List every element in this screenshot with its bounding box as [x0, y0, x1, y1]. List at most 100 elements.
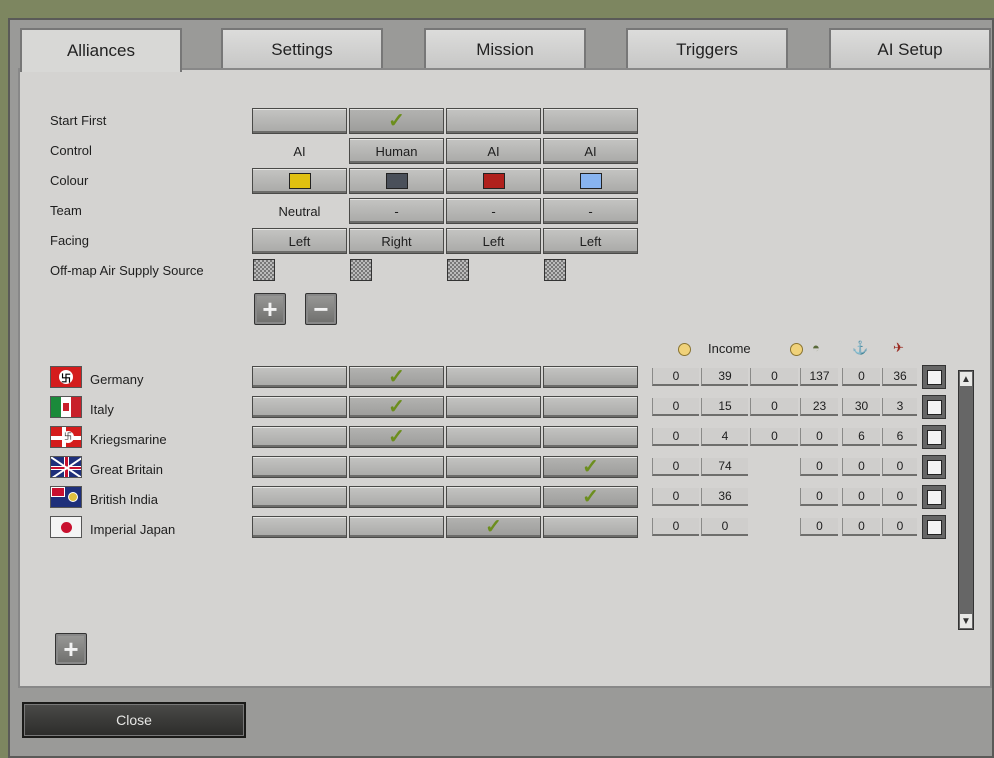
air-supply-checkbox[interactable] [447, 259, 469, 281]
nation-side-cell[interactable] [543, 396, 638, 418]
nation-value-field[interactable]: 0 [652, 428, 699, 446]
nation-value-field[interactable]: 0 [842, 488, 880, 506]
nation-side-cell[interactable] [349, 486, 444, 508]
close-button[interactable]: Close [22, 702, 246, 738]
nation-row-checkbox[interactable] [922, 365, 946, 389]
nation-side-cell[interactable]: ✓ [349, 366, 444, 388]
nation-row-checkbox[interactable] [922, 395, 946, 419]
start-first-cell[interactable] [543, 108, 638, 134]
nation-side-cell[interactable]: ✓ [446, 516, 541, 538]
checkmark-icon: ✓ [388, 366, 405, 388]
control-select[interactable]: Human [349, 138, 444, 164]
nation-value-field[interactable]: 0 [882, 488, 917, 506]
tab-triggers[interactable]: Triggers [626, 28, 788, 70]
nation-side-cell[interactable] [349, 456, 444, 478]
nation-value-field[interactable]: 74 [701, 458, 748, 476]
nation-side-cell[interactable] [252, 516, 347, 538]
nation-value-field[interactable]: 3 [882, 398, 917, 416]
add-side-button[interactable]: + [254, 293, 286, 325]
tab-mission[interactable]: Mission [424, 28, 586, 70]
facing-select[interactable]: Left [446, 228, 541, 254]
nation-side-cell[interactable]: ✓ [349, 426, 444, 448]
tab-settings[interactable]: Settings [221, 28, 383, 70]
nation-list-scrollbar[interactable]: ▲ ▼ [958, 370, 974, 630]
team-select[interactable]: - [543, 198, 638, 224]
nation-side-cell[interactable] [349, 516, 444, 538]
facing-select[interactable]: Left [543, 228, 638, 254]
nation-value-field[interactable]: 30 [842, 398, 880, 416]
nation-row-checkbox[interactable] [922, 485, 946, 509]
facing-select[interactable]: Left [252, 228, 347, 254]
nation-value-field[interactable]: 36 [882, 368, 917, 386]
control-select[interactable]: AI [543, 138, 638, 164]
nation-value-field[interactable]: 0 [652, 488, 699, 506]
nation-side-cell[interactable] [446, 366, 541, 388]
nation-side-cell[interactable] [543, 426, 638, 448]
nation-value-field[interactable]: 0 [842, 518, 880, 536]
nation-side-cell[interactable] [446, 486, 541, 508]
nation-side-cell[interactable] [252, 486, 347, 508]
nation-side-cell[interactable] [446, 456, 541, 478]
tab-ai-setup[interactable]: AI Setup [829, 28, 991, 70]
nation-side-cell[interactable] [543, 516, 638, 538]
nation-value-field[interactable]: 0 [750, 368, 798, 386]
colour-picker[interactable] [543, 168, 638, 194]
nation-value-field[interactable]: 0 [750, 428, 798, 446]
nation-value-field[interactable]: 15 [701, 398, 748, 416]
nation-value-field[interactable]: 0 [652, 398, 699, 416]
air-supply-checkbox[interactable] [544, 259, 566, 281]
nation-side-cell[interactable] [252, 456, 347, 478]
nation-value-field[interactable]: 36 [701, 488, 748, 506]
nation-value-field[interactable]: 0 [800, 518, 838, 536]
air-supply-checkbox[interactable] [350, 259, 372, 281]
nation-side-cell[interactable] [446, 396, 541, 418]
nation-row-checkbox[interactable] [922, 425, 946, 449]
start-first-cell[interactable] [252, 108, 347, 134]
nation-value-field[interactable]: 137 [800, 368, 838, 386]
nation-value-field[interactable]: 0 [842, 368, 880, 386]
nation-side-cell[interactable]: ✓ [543, 486, 638, 508]
nation-row-checkbox[interactable] [922, 515, 946, 539]
nation-value-field[interactable]: 0 [750, 398, 798, 416]
nation-side-cell[interactable] [252, 426, 347, 448]
colour-picker[interactable] [252, 168, 347, 194]
nation-value-field[interactable]: 0 [800, 488, 838, 506]
air-supply-checkbox[interactable] [253, 259, 275, 281]
tab-alliances[interactable]: Alliances [20, 28, 182, 72]
nation-row-checkbox[interactable] [922, 455, 946, 479]
nation-side-cell[interactable]: ✓ [543, 456, 638, 478]
nation-value-field[interactable]: 0 [800, 458, 838, 476]
nation-side-cell[interactable] [543, 366, 638, 388]
add-nation-button[interactable]: + [55, 633, 87, 665]
scroll-down-icon[interactable]: ▼ [960, 614, 972, 628]
nation-value-field[interactable]: 0 [882, 458, 917, 476]
scroll-up-icon[interactable]: ▲ [960, 372, 972, 386]
control-select[interactable]: AI [446, 138, 541, 164]
nation-side-cell[interactable] [446, 426, 541, 448]
nation-value-field[interactable]: 6 [882, 428, 917, 446]
nation-value-field[interactable]: 0 [882, 518, 917, 536]
remove-side-button[interactable]: − [305, 293, 337, 325]
colour-swatch [385, 173, 408, 189]
colour-picker[interactable] [349, 168, 444, 194]
nation-side-cell[interactable]: ✓ [349, 396, 444, 418]
nation-value-field[interactable]: 4 [701, 428, 748, 446]
nation-value-field[interactable]: 0 [842, 458, 880, 476]
nation-side-cell[interactable] [252, 366, 347, 388]
germany-flag: 卐 [50, 366, 82, 388]
start-first-cell[interactable]: ✓ [349, 108, 444, 134]
nation-value-field[interactable]: 0 [701, 518, 748, 536]
nation-value-field[interactable]: 0 [652, 518, 699, 536]
nation-side-cell[interactable] [252, 396, 347, 418]
team-select[interactable]: - [349, 198, 444, 224]
colour-picker[interactable] [446, 168, 541, 194]
nation-value-field[interactable]: 0 [800, 428, 838, 446]
nation-value-field[interactable]: 0 [652, 458, 699, 476]
nation-value-field[interactable]: 0 [652, 368, 699, 386]
start-first-cell[interactable] [446, 108, 541, 134]
nation-value-field[interactable]: 23 [800, 398, 838, 416]
nation-value-field[interactable]: 6 [842, 428, 880, 446]
nation-value-field[interactable]: 39 [701, 368, 748, 386]
team-select[interactable]: - [446, 198, 541, 224]
facing-select[interactable]: Right [349, 228, 444, 254]
